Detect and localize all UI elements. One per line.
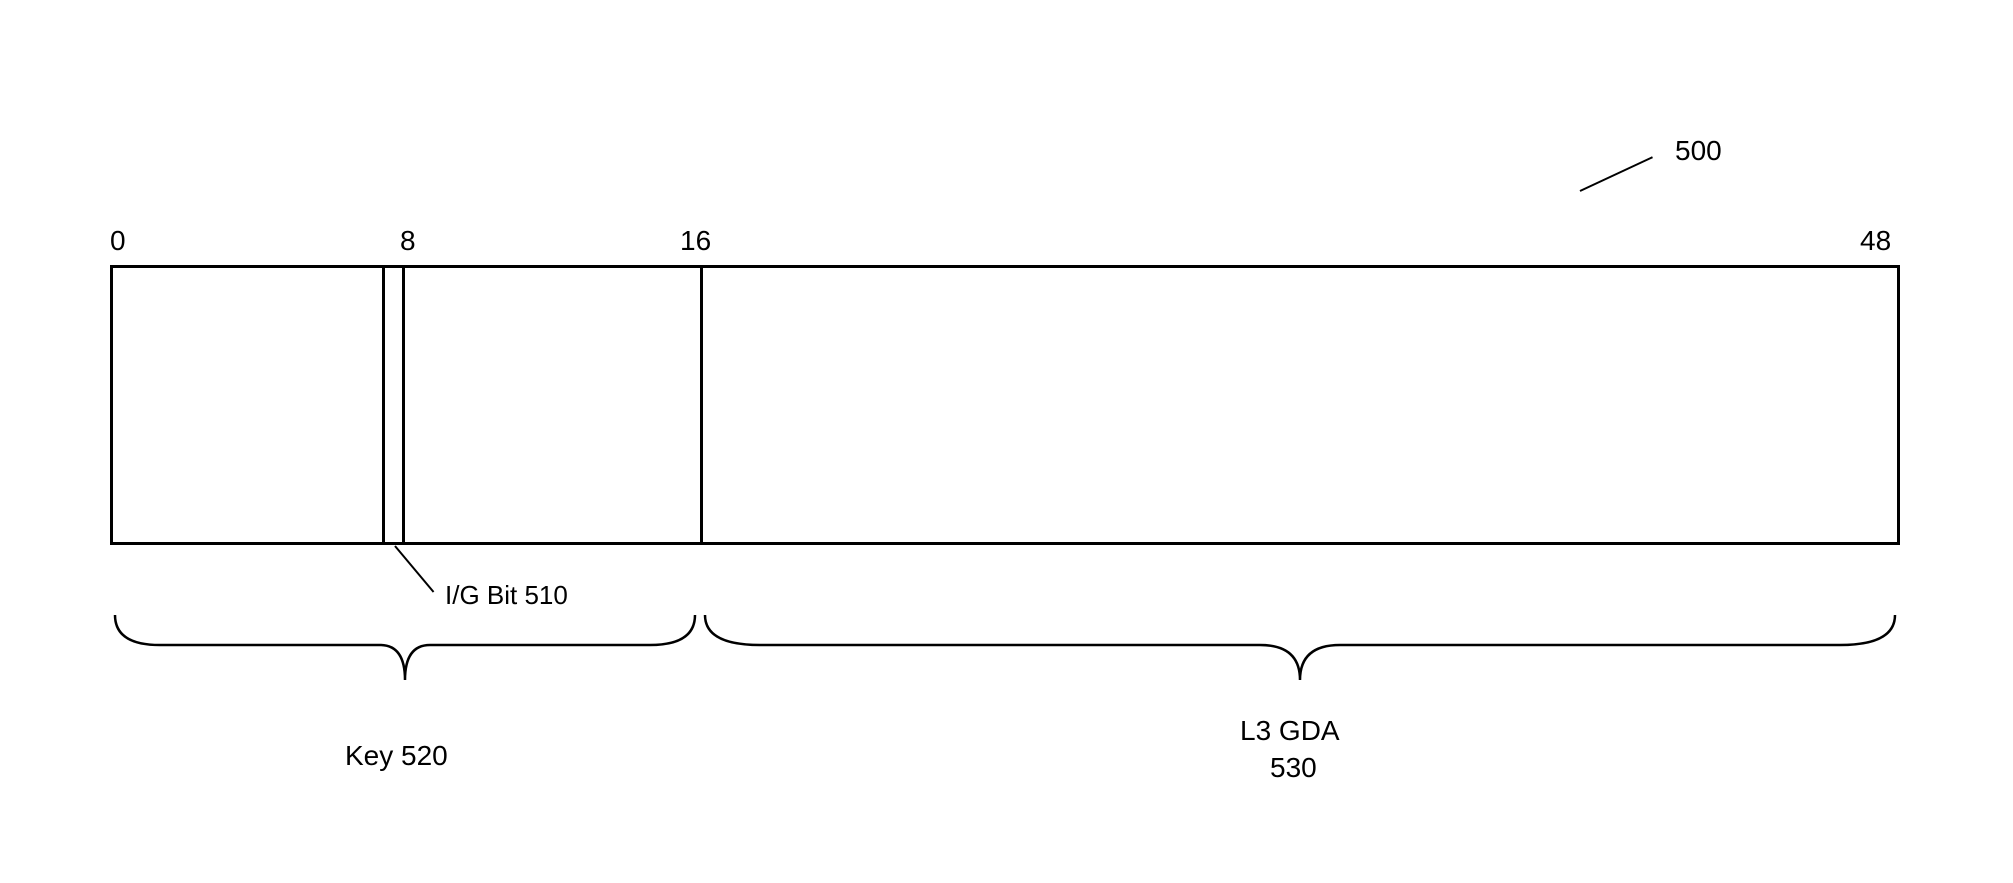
- bit-position-8: 8: [400, 225, 416, 257]
- ig-bit-divider-right: [402, 265, 405, 545]
- bit-field-rectangle: [110, 265, 1900, 545]
- reference-number: 500: [1675, 135, 1722, 167]
- gda-field-label-line2: 530: [1270, 752, 1317, 784]
- curly-brace-icon: [700, 610, 1900, 690]
- key-field-label: Key 520: [345, 740, 448, 772]
- gda-field-label-line1: L3 GDA: [1240, 715, 1340, 747]
- gda-brace: [700, 610, 1900, 690]
- reference-line: [1580, 156, 1653, 192]
- ig-bit-divider-left: [382, 265, 385, 545]
- bit-position-48: 48: [1860, 225, 1891, 257]
- curly-brace-icon: [110, 610, 700, 690]
- bit-position-0: 0: [110, 225, 126, 257]
- divider-bit-16: [700, 265, 703, 545]
- ig-bit-callout-line: [394, 545, 434, 592]
- key-brace: [110, 610, 700, 690]
- bit-field-diagram: 500 0 8 16 48 I/G Bit 510 Key 520 L3 GDA…: [100, 80, 1900, 800]
- bit-position-16: 16: [680, 225, 711, 257]
- ig-bit-label: I/G Bit 510: [445, 580, 568, 611]
